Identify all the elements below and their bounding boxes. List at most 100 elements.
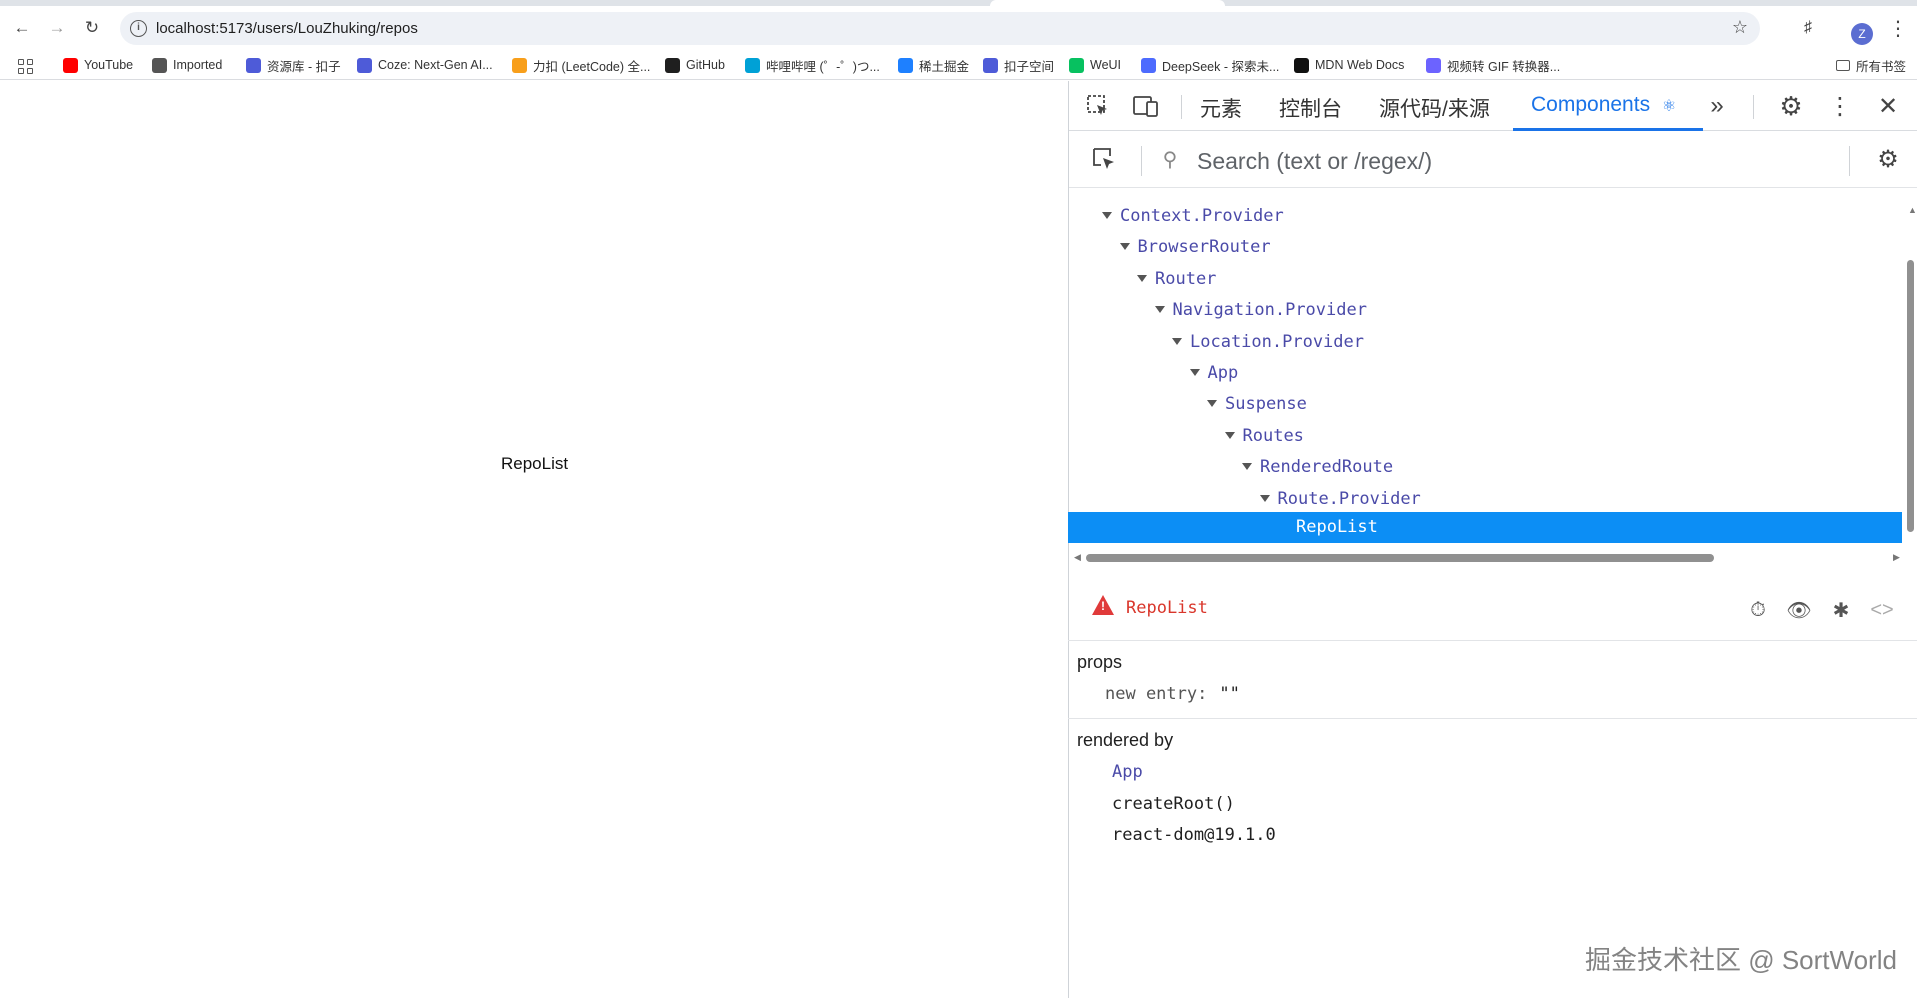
prop-value[interactable]: "" [1219, 684, 1239, 704]
tree-row[interactable]: Location.Provider [1172, 327, 1364, 357]
scroll-right-icon[interactable]: ▶ [1893, 552, 1900, 563]
rendered-by-title: rendered by [1077, 730, 1174, 750]
forward-icon[interactable]: → [43, 14, 71, 42]
rendered-by-create-root: createRoot() [1112, 794, 1235, 814]
bookmark-label: 扣子空间 [1004, 59, 1055, 74]
bookmark-item[interactable]: 哔哩哔哩 (゜-゜)つ... [745, 55, 880, 75]
bookmark-item[interactable]: Imported [152, 55, 222, 75]
expand-caret-icon[interactable] [1207, 400, 1217, 408]
bookmark-item[interactable]: 力扣 (LeetCode) 全... [512, 55, 650, 75]
timer-icon[interactable]: ⏱ [1744, 597, 1772, 623]
scroll-left-icon[interactable]: ◀ [1074, 552, 1081, 563]
bookmark-favicon-icon [1069, 57, 1084, 73]
bookmark-favicon-icon [63, 57, 78, 73]
bug-icon[interactable]: ✱ [1827, 597, 1855, 623]
address-bar[interactable]: i localhost:5173/users/LouZhuking/repos … [120, 12, 1760, 45]
bookmark-label: GitHub [686, 58, 725, 72]
bookmark-item[interactable]: YouTube [63, 55, 133, 75]
tree-vertical-scrollbar[interactable] [1907, 256, 1915, 536]
expand-caret-icon[interactable] [1154, 306, 1165, 314]
bookmark-label: 力扣 (LeetCode) 全... [533, 59, 651, 74]
bookmark-item[interactable]: 视频转 GIF 转换器... [1426, 55, 1560, 75]
props-title: props [1077, 652, 1123, 672]
bookmark-favicon-icon [1426, 57, 1441, 73]
expand-caret-icon[interactable] [1224, 431, 1235, 439]
bookmark-item[interactable]: WeUI [1069, 55, 1121, 75]
bookmark-label: MDN Web Docs [1315, 58, 1405, 72]
tree-row[interactable]: Route.Provider [1259, 484, 1421, 514]
bookmark-item[interactable]: Coze: Next-Gen AI... [357, 55, 493, 75]
bookmark-favicon-icon [745, 57, 760, 73]
back-icon[interactable]: ← [8, 14, 36, 42]
bookmark-item[interactable]: MDN Web Docs [1294, 55, 1404, 75]
tree-row[interactable]: Context.Provider [1102, 201, 1284, 231]
expand-caret-icon[interactable] [1119, 243, 1130, 251]
tree-node-label: Context.Provider [1120, 206, 1284, 226]
tree-node-label: Routes [1242, 425, 1304, 446]
tree-row[interactable]: BrowserRouter [1119, 232, 1271, 262]
rendered-by-react-dom: react-dom@19.1.0 [1112, 825, 1276, 845]
bookmark-label: 资源库 - 扣子 [267, 59, 341, 74]
bookmark-item[interactable]: 稀土掘金 [898, 55, 969, 75]
bookmark-item[interactable]: 扣子空间 [983, 55, 1054, 75]
bookmark-item[interactable]: DeepSeek - 探索未... [1141, 55, 1279, 75]
url-text[interactable]: localhost:5173/users/LouZhuking/repos [156, 20, 418, 37]
expand-caret-icon[interactable] [1259, 494, 1270, 502]
expand-caret-icon[interactable] [1102, 212, 1112, 219]
view-source-icon[interactable]: <> [1868, 597, 1896, 623]
scroll-up-icon[interactable]: ▲ [1908, 205, 1917, 215]
component-tree: RepoList Context.Provider BrowserRouter Ro… [1068, 81, 1917, 581]
bookmark-favicon-icon [983, 57, 998, 73]
inspected-component-name: RepoList [1126, 598, 1208, 618]
tree-node-label: Router [1155, 268, 1217, 289]
eye-icon[interactable]: 👁 [1785, 597, 1813, 623]
tree-node-label: RenderedRoute [1260, 457, 1394, 478]
reload-icon[interactable]: ↻ [78, 14, 106, 42]
bookmark-label: Imported [173, 58, 223, 72]
page-content-text: RepoList [501, 454, 569, 473]
profile-avatar[interactable]: Z [1851, 23, 1873, 45]
tree-row[interactable]: Suspense [1207, 389, 1307, 419]
tree-horizontal-scrollbar[interactable] [1086, 554, 1714, 562]
folder-icon [1836, 59, 1850, 71]
bookmark-star-icon[interactable]: ☆ [1732, 17, 1748, 38]
tree-node-label: BrowserRouter [1137, 237, 1271, 258]
bookmark-item[interactable]: 资源库 - 扣子 [246, 55, 341, 75]
watermark-text: 掘金技术社区 @ SortWorld [1585, 945, 1897, 975]
bookmark-favicon-icon [898, 57, 913, 73]
all-bookmarks-label: 所有书签 [1856, 59, 1907, 74]
tree-node-label: Location.Provider [1190, 331, 1364, 352]
bookmark-favicon-icon [665, 57, 680, 73]
tree-row[interactable]: Navigation.Provider [1154, 295, 1367, 325]
tree-row[interactable]: App [1189, 358, 1238, 388]
bookmark-favicon-icon [357, 57, 372, 73]
bookmark-label: WeUI [1090, 58, 1122, 72]
bookmark-item[interactable]: GitHub [665, 55, 725, 75]
apps-grid-icon[interactable] [18, 59, 33, 74]
extensions-icon[interactable]: ♯ [1795, 15, 1821, 41]
expand-caret-icon[interactable] [1137, 274, 1147, 282]
tree-row[interactable]: Routes [1224, 421, 1304, 451]
prop-key: new entry: [1105, 684, 1208, 704]
bookmark-favicon-icon [512, 57, 527, 73]
site-info-icon[interactable]: i [130, 20, 147, 37]
bookmark-favicon-icon [1294, 57, 1309, 73]
tree-row[interactable]: RenderedRoute [1242, 452, 1393, 482]
rendered-by-app-link[interactable]: App [1112, 762, 1143, 782]
bookmark-label: YouTube [84, 58, 134, 72]
section-divider [1068, 718, 1917, 719]
expand-caret-icon[interactable] [1189, 369, 1200, 376]
warning-icon: ! [1092, 595, 1114, 615]
tree-row-selected[interactable]: RepoList [1068, 512, 1902, 543]
expand-caret-icon[interactable] [1242, 463, 1252, 471]
all-bookmarks-folder[interactable]: 所有书签 [1836, 55, 1906, 75]
bookmark-label: 哔哩哔哩 (゜-゜)つ... [766, 59, 880, 74]
bookmark-label: 视频转 GIF 转换器... [1447, 59, 1561, 74]
tree-row[interactable]: Router [1137, 264, 1216, 294]
prop-row[interactable]: new entry: "" [1105, 684, 1240, 704]
inspector-header: ! RepoList ⏱ 👁 ✱ <> [1068, 581, 1917, 641]
browser-menu-icon[interactable]: ⋮ [1885, 15, 1911, 41]
page-viewport [0, 81, 1068, 998]
tree-node-label: Suspense [1225, 394, 1307, 415]
expand-caret-icon[interactable] [1172, 337, 1182, 345]
